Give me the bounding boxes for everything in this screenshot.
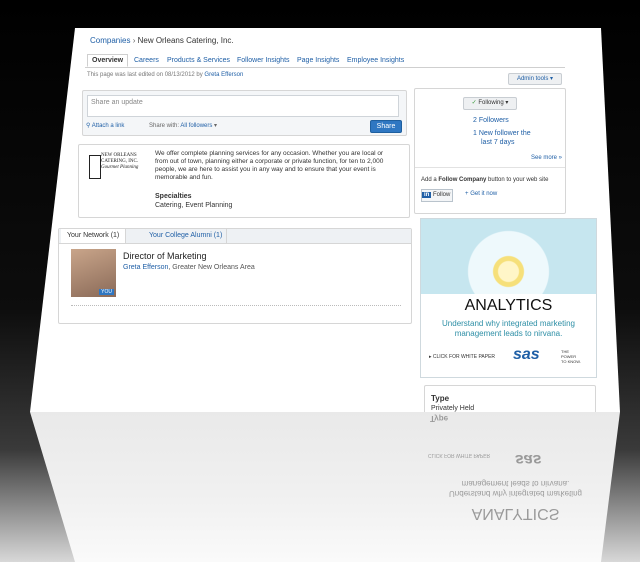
breadcrumb: Companies › New Orleans Catering, Inc. (90, 36, 234, 45)
company-logo: NEW ORLEANS CATERING, INC. Gourmet Plann… (83, 149, 143, 183)
type-value: Privately Held (431, 405, 475, 412)
linkedin-company-page: Companies › New Orleans Catering, Inc. O… (30, 28, 620, 412)
network-panel: Your Network (1) Your College Alumni (1)… (58, 228, 412, 324)
share-update-placeholder: Share an update (91, 99, 143, 106)
reflection-type: Type (430, 414, 449, 423)
add-follow-pre: Add a (421, 177, 437, 183)
share-update-panel: Share an update ⚲ Attach a link Share wi… (82, 90, 407, 136)
ad-copy-line-1: Understand why integrated marketing (442, 319, 575, 328)
last-edited-text: This page was last edited on 08/13/2012 … (87, 72, 203, 78)
ad-copy: Understand why integrated marketing mana… (421, 319, 596, 339)
tab-college-alumni[interactable]: Your College Alumni (1) (145, 229, 228, 243)
reflection-headline: ANALYTICS (471, 505, 560, 522)
followers-label: Followers (478, 117, 509, 124)
chevron-down-icon: ▾ (550, 76, 554, 82)
linkedin-follow-button[interactable]: in Follow (421, 189, 454, 202)
tab-products-services[interactable]: Products & Services (167, 57, 230, 64)
get-it-now-link[interactable]: + Get it now (465, 191, 497, 197)
tab-careers[interactable]: Careers (134, 57, 159, 64)
new-followers-link[interactable]: 1 New follower the last 7 days (473, 129, 531, 147)
linkedin-icon: in (422, 192, 432, 198)
breadcrumb-company: New Orleans Catering, Inc. (137, 36, 234, 45)
attach-link[interactable]: ⚲ Attach a link (86, 122, 124, 129)
reflection-sas-logo: sas (515, 451, 542, 468)
tab-employee-insights[interactable]: Employee Insights (347, 57, 404, 64)
last-edited-user-link[interactable]: Greta Efferson (204, 72, 243, 78)
avatar[interactable]: YOU (71, 249, 116, 297)
followers-count-link[interactable]: 2 Followers (473, 117, 509, 124)
get-it-now-label: Get it now (470, 191, 498, 197)
chef-icon (89, 155, 101, 179)
ad-cta-label: CLICK FOR WHITE PAPER (432, 354, 496, 360)
checkmark-icon: ✓ (471, 100, 477, 106)
specialties-label: Specialties (155, 193, 192, 200)
company-description: We offer complete planning services for … (155, 150, 384, 181)
person-title: Director of Marketing (123, 251, 207, 261)
tab-overview[interactable]: Overview (87, 54, 129, 67)
reflection-ad-copy: Understand why integrated marketing mana… (428, 478, 603, 498)
follow-button-label: Follow (433, 192, 451, 198)
play-icon: ▸ (429, 354, 432, 360)
reflection-line-2: management leads to nirvana. (461, 479, 570, 488)
plus-icon: + (465, 191, 469, 197)
sas-tagline: THE POWER TO KNOW. (561, 349, 581, 364)
following-label: Following (478, 100, 504, 106)
tab-divider (85, 67, 565, 68)
divider (415, 167, 565, 168)
ad-headline: ANALYTICS (464, 297, 553, 314)
add-follow-post: button to your web site (488, 177, 549, 183)
following-button[interactable]: ✓ Following ▾ (463, 97, 517, 110)
share-with-label: Share with: (149, 123, 180, 129)
type-label: Type (431, 394, 450, 403)
ad-copy-line-2: management leads to nirvana. (454, 329, 563, 338)
divider (71, 305, 401, 306)
paperclip-icon: ⚲ (86, 123, 91, 129)
sas-tagline-3: TO KNOW. (561, 359, 581, 364)
add-follow-text: Add a Follow Company button to your web … (421, 177, 548, 183)
you-badge: YOU (99, 289, 114, 295)
logo-line-3: Gourmet Planning (101, 165, 139, 170)
followers-count: 2 (473, 117, 477, 124)
lotus-flower-image (421, 219, 596, 294)
share-with-selector[interactable]: Share with: All followers ▾ (149, 122, 217, 129)
new-followers-label-2: last 7 days (481, 139, 515, 146)
tab-your-network[interactable]: Your Network (1) (61, 229, 127, 243)
breadcrumb-companies-link[interactable]: Companies (90, 36, 130, 45)
followers-panel: ✓ Following ▾ 2 Followers 1 New follower… (414, 88, 566, 214)
attach-link-label: Attach a link (91, 123, 125, 129)
company-about-panel: NEW ORLEANS CATERING, INC. Gourmet Plann… (78, 144, 410, 218)
admin-tools-label: Admin tools (516, 76, 549, 82)
add-follow-bold: Follow Company (438, 177, 487, 183)
sas-logo: sas (513, 346, 540, 363)
admin-tools-button[interactable]: Admin tools ▾ (508, 73, 562, 85)
person-location: , Greater New Orleans Area (168, 264, 255, 271)
chevron-down-icon: ▾ (214, 123, 218, 129)
sas-analytics-ad[interactable]: ANALYTICS Understand why integrated mark… (420, 218, 597, 378)
see-more-link[interactable]: See more » (531, 155, 562, 161)
tab-page-insights[interactable]: Page Insights (297, 57, 339, 64)
share-with-value: All followers (180, 123, 213, 129)
company-tabs: Overview Careers Products & Services Fol… (87, 54, 417, 67)
breadcrumb-separator: › (132, 36, 136, 45)
new-followers-label-1: New follower the (478, 130, 531, 137)
reflection-cta: CLICK FOR WHITE PAPER (428, 452, 491, 458)
new-followers-count: 1 (473, 130, 477, 137)
specialties-value: Catering, Event Planning (155, 202, 233, 209)
share-button[interactable]: Share (370, 120, 402, 133)
tab-follower-insights[interactable]: Follower Insights (237, 57, 290, 64)
person-name-link[interactable]: Greta Efferson (123, 264, 168, 271)
reflection-line-1: Understand why integrated marketing (449, 489, 582, 498)
last-edited-note: This page was last edited on 08/13/2012 … (87, 72, 243, 78)
page-reflection: Type CLICK FOR WHITE PAPER sas Understan… (30, 412, 620, 562)
share-update-input[interactable]: Share an update (87, 95, 399, 117)
ad-cta[interactable]: ▸ CLICK FOR WHITE PAPER (429, 354, 495, 360)
chevron-down-icon: ▾ (505, 100, 509, 106)
person-info: Greta Efferson, Greater New Orleans Area (123, 264, 255, 271)
